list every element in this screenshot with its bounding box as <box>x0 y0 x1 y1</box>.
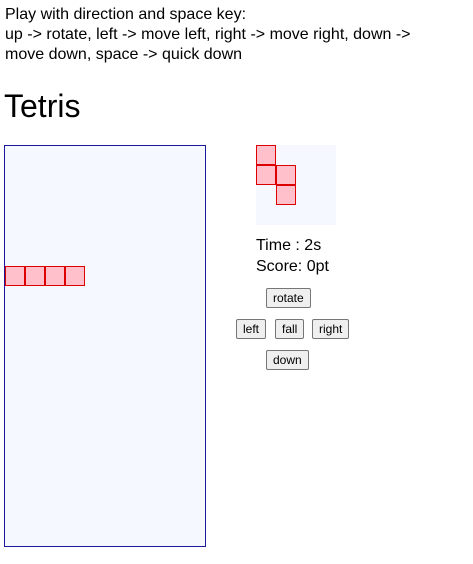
instructions: Play with direction and space key: up ->… <box>5 5 470 65</box>
board-block-0 <box>5 266 25 286</box>
page-title: Tetris <box>4 88 81 124</box>
down-button[interactable]: down <box>266 350 309 370</box>
fall-button[interactable]: fall <box>275 319 305 339</box>
rotate-button[interactable]: rotate <box>266 288 311 308</box>
score-display: Score: 0pt <box>256 258 329 275</box>
board-block-2 <box>45 266 65 286</box>
game-board <box>4 145 206 547</box>
next-piece-preview <box>256 145 336 225</box>
next-piece-block-2 <box>276 165 296 185</box>
board-block-3 <box>65 266 85 286</box>
board-block-1 <box>25 266 45 286</box>
instructions-line-3: move down, space -> quick down <box>5 46 243 63</box>
left-button[interactable]: left <box>236 319 267 339</box>
next-piece-block-0 <box>256 145 276 165</box>
right-button[interactable]: right <box>312 319 350 339</box>
instructions-line-2: up -> rotate, left -> move left, right -… <box>5 26 411 43</box>
time-display: Time : 2s <box>256 237 322 254</box>
instructions-line-1: Play with direction and space key: <box>5 6 247 23</box>
next-piece-block-3 <box>276 185 296 205</box>
next-piece-block-1 <box>256 165 276 185</box>
